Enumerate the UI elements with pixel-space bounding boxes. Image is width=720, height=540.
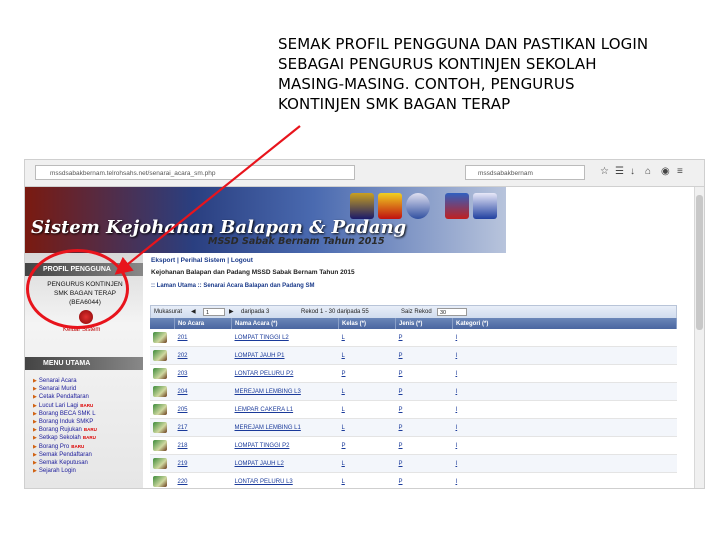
- arrow-line: [114, 125, 301, 275]
- annotation-arrow: [114, 125, 301, 275]
